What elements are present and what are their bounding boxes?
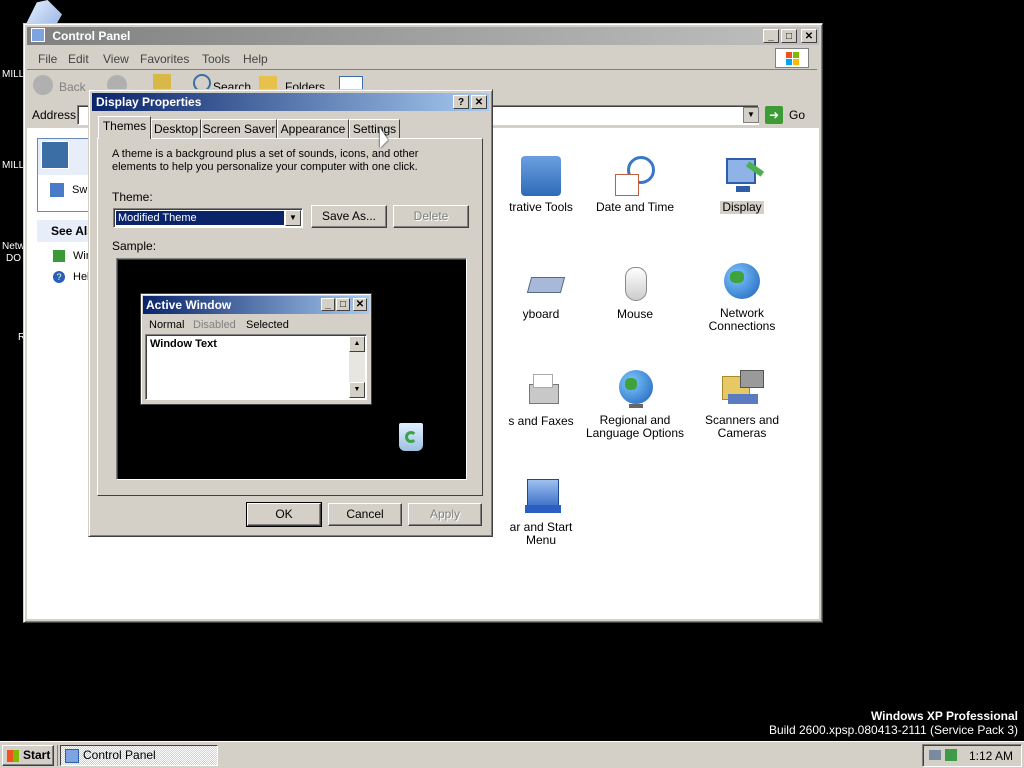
mouse-cursor-icon bbox=[380, 128, 388, 148]
theme-select[interactable]: Modified Theme ▼ bbox=[113, 208, 303, 228]
windows-flag-icon bbox=[7, 750, 19, 762]
sample-close-icon: ✕ bbox=[353, 298, 367, 311]
switch-view-icon[interactable] bbox=[50, 183, 64, 197]
sample-window-titlebar: Active Window _ □ ✕ bbox=[143, 296, 369, 314]
printer-icon bbox=[521, 370, 561, 410]
sample-window-text-area: Window Text ▲ ▼ bbox=[145, 334, 367, 400]
theme-label: Theme: bbox=[112, 190, 153, 204]
theme-sample-preview: Active Window _ □ ✕ Normal Disabled Sele… bbox=[116, 258, 467, 480]
address-dropdown-button[interactable]: ▼ bbox=[743, 107, 759, 123]
dialog-titlebar[interactable]: Display Properties ? ✕ bbox=[92, 93, 489, 111]
sample-label: Sample: bbox=[112, 239, 157, 253]
dialog-title: Display Properties bbox=[96, 95, 202, 109]
minimize-button[interactable]: _ bbox=[763, 29, 779, 43]
sample-menu-disabled: Disabled bbox=[193, 319, 236, 331]
taskbar: Start Control Panel 1:12 AM bbox=[0, 741, 1024, 768]
control-panel-icon bbox=[31, 28, 45, 42]
sample-window-text: Window Text bbox=[150, 338, 217, 350]
scanner-camera-icon bbox=[722, 370, 764, 410]
scanners-cameras-icon-item[interactable]: Scanners and Cameras bbox=[687, 370, 797, 440]
theme-select-value: Modified Theme bbox=[116, 211, 284, 225]
control-panel-title: Control Panel bbox=[52, 29, 131, 43]
help-button[interactable]: ? bbox=[453, 95, 469, 109]
themes-description: A theme is a background plus a set of so… bbox=[112, 148, 419, 173]
menu-view[interactable]: View bbox=[103, 52, 129, 66]
help-icon: ? bbox=[53, 271, 65, 283]
administrative-tools-icon bbox=[521, 156, 561, 196]
go-arrow-icon: ➜ bbox=[765, 106, 783, 124]
sample-menu-selected: Selected bbox=[246, 319, 289, 331]
sample-menu-normal: Normal bbox=[149, 319, 185, 331]
theme-select-arrow-icon[interactable]: ▼ bbox=[285, 210, 301, 226]
desktop-label-fragment: MILL bbox=[2, 160, 25, 171]
tab-panel-themes: A theme is a background plus a set of so… bbox=[97, 138, 483, 496]
back-button[interactable]: Back bbox=[33, 75, 93, 97]
menu-file[interactable]: File bbox=[38, 52, 57, 66]
os-name-label: Windows XP Professional bbox=[870, 709, 1018, 723]
folders-icon bbox=[259, 76, 277, 90]
maximize-button[interactable]: □ bbox=[781, 29, 797, 43]
menu-help[interactable]: Help bbox=[243, 52, 268, 66]
keyboard-icon bbox=[521, 263, 566, 303]
sample-maximize-icon: □ bbox=[336, 298, 350, 311]
switch-view-link[interactable]: Sw bbox=[72, 184, 87, 196]
tab-themes[interactable]: Themes bbox=[98, 116, 151, 139]
close-button[interactable]: ✕ bbox=[801, 29, 817, 43]
recycle-bin-icon bbox=[399, 423, 423, 451]
address-label: Address bbox=[32, 108, 77, 122]
sample-minimize-icon: _ bbox=[321, 298, 335, 311]
taskbar-start-menu-icon bbox=[521, 477, 561, 517]
network-tray-icon[interactable] bbox=[929, 750, 941, 760]
display-monitor-icon bbox=[722, 156, 765, 196]
tab-settings[interactable]: Settings bbox=[349, 119, 400, 138]
control-panel-large-icon bbox=[41, 141, 69, 169]
network-connections-icon-item[interactable]: Network Connections bbox=[687, 263, 797, 333]
control-panel-titlebar[interactable]: Control Panel _ □ ✕ bbox=[27, 27, 819, 45]
regional-language-icon-item[interactable]: Regional and Language Options bbox=[580, 370, 690, 440]
safely-remove-tray-icon[interactable] bbox=[945, 749, 957, 761]
scroll-down-icon: ▼ bbox=[349, 382, 365, 398]
sample-scrollbar: ▲ ▼ bbox=[349, 336, 365, 398]
menu-tools[interactable]: Tools bbox=[202, 52, 230, 66]
system-tray: 1:12 AM bbox=[922, 744, 1022, 767]
globe-network-icon bbox=[722, 263, 762, 303]
desktop-label-fragment: MILL bbox=[2, 69, 25, 80]
tab-appearance[interactable]: Appearance bbox=[277, 119, 349, 138]
scroll-up-icon: ▲ bbox=[349, 336, 365, 352]
task-button-control-panel[interactable]: Control Panel bbox=[60, 745, 218, 766]
clock[interactable]: 1:12 AM bbox=[969, 749, 1013, 763]
tab-screen-saver[interactable]: Screen Saver bbox=[201, 119, 277, 138]
start-button[interactable]: Start bbox=[2, 745, 54, 766]
delete-button[interactable]: Delete bbox=[393, 205, 469, 228]
desktop-icon-top[interactable] bbox=[26, 0, 62, 24]
apply-button[interactable]: Apply bbox=[408, 503, 482, 526]
display-icon-item[interactable]: Display bbox=[687, 156, 797, 214]
ok-button[interactable]: OK bbox=[246, 502, 322, 527]
cancel-button[interactable]: Cancel bbox=[328, 503, 402, 526]
back-arrow-icon bbox=[33, 75, 53, 95]
windows-logo-icon bbox=[775, 48, 809, 68]
date-time-icon-item[interactable]: Date and Time bbox=[580, 156, 690, 214]
sample-active-window: Active Window _ □ ✕ Normal Disabled Sele… bbox=[140, 293, 372, 405]
control-panel-task-icon bbox=[65, 749, 79, 763]
tab-desktop[interactable]: Desktop bbox=[151, 119, 201, 138]
mouse-icon bbox=[615, 263, 655, 303]
menu-bar: File Edit View Favorites Tools Help bbox=[27, 47, 817, 70]
taskbar-start-menu-icon-item[interactable]: ar and Start Menu bbox=[486, 477, 596, 547]
menu-edit[interactable]: Edit bbox=[68, 52, 89, 66]
globe-icon bbox=[615, 370, 655, 410]
save-as-button[interactable]: Save As... bbox=[311, 205, 387, 228]
windows-update-icon bbox=[53, 250, 65, 262]
mouse-icon-item[interactable]: Mouse bbox=[580, 263, 690, 321]
clock-calendar-icon bbox=[615, 156, 655, 196]
menu-favorites[interactable]: Favorites bbox=[140, 52, 189, 66]
go-button[interactable]: ➜ Go bbox=[765, 105, 815, 125]
dialog-close-button[interactable]: ✕ bbox=[471, 95, 487, 109]
os-build-label: Build 2600.xpsp.080413-2111 (Service Pac… bbox=[768, 723, 1018, 737]
display-properties-dialog: Display Properties ? ✕ Themes Desktop Sc… bbox=[88, 89, 493, 537]
desktop-label-fragment: Netw bbox=[2, 241, 25, 252]
desktop-label-fragment: DO bbox=[6, 253, 21, 264]
